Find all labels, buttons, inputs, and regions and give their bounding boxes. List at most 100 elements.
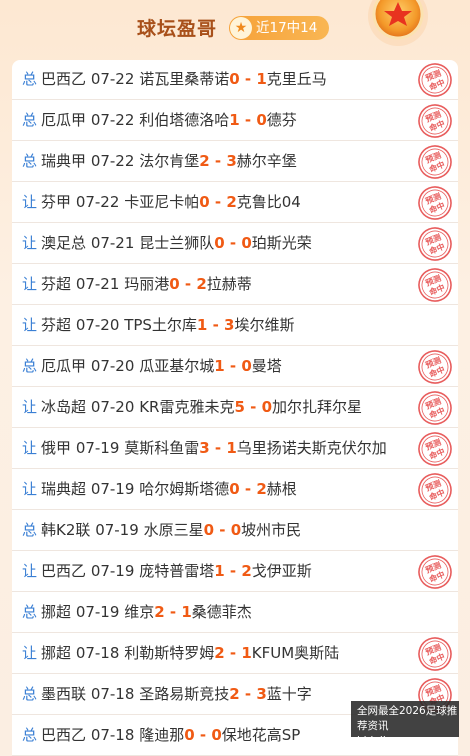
match-list: 总巴西乙 07-22 诺瓦里桑蒂诺0 - 1克里丘马 预测 命中总厄瓜甲 07-22… <box>12 60 458 756</box>
prediction-hit-stamp: 预测命中 <box>418 391 452 425</box>
bet-type: 总 <box>22 111 38 129</box>
home-team: KR雷克雅未克 <box>139 398 235 416</box>
match-date: 07-18 <box>90 726 135 744</box>
away-team: 珀斯光荣 <box>251 234 312 252</box>
match-text: 总厄瓜甲 07-22 利伯塔德洛哈1 - 0德芬 <box>22 101 297 140</box>
bet-type: 总 <box>22 603 38 621</box>
page-title: 球坛盈哥 <box>137 18 218 40</box>
score-sep: - <box>239 685 257 703</box>
watermark: 全网最全2026足球推荐资讯 bjdujiacun.com <box>351 701 459 747</box>
match-row[interactable]: 让芬超 07-21 玛丽港0 - 2拉赫蒂 预测 命中 <box>12 265 458 305</box>
match-text: 总挪超 07-19 维京2 - 1桑德菲杰 <box>22 593 252 632</box>
prediction-hit-stamp: 预测命中 <box>418 63 452 97</box>
score-sep: - <box>239 111 257 129</box>
away-team: 保地花高SP <box>221 726 301 744</box>
match-row[interactable]: 总挪超 07-19 维京2 - 1桑德菲杰 <box>12 593 458 633</box>
match-text: 总巴西乙 07-22 诺瓦里桑蒂诺0 - 1克里丘马 <box>22 60 327 99</box>
match-date: 07-22 <box>90 152 135 170</box>
match-row[interactable]: 总厄瓜甲 07-20 瓜亚基尔城1 - 0曼塔 预测 命中 <box>12 347 458 387</box>
match-text: 让瑞典超 07-19 哈尔姆斯塔德0 - 2赫根 <box>22 470 297 509</box>
match-text: 让芬超 07-21 玛丽港0 - 2拉赫蒂 <box>22 265 252 304</box>
home-score: 2 <box>229 685 240 703</box>
match-date: 07-19 <box>90 480 135 498</box>
match-row[interactable]: 总厄瓜甲 07-22 利伯塔德洛哈1 - 0德芬 预测 命中 <box>12 101 458 141</box>
home-score: 0 <box>214 234 225 252</box>
star-icon: ★ <box>230 17 252 39</box>
score-sep: - <box>224 562 242 580</box>
match-row[interactable]: 总巴西乙 07-22 诺瓦里桑蒂诺0 - 1克里丘马 预测 命中 <box>12 60 458 100</box>
away-team: 坡州市民 <box>241 521 302 539</box>
medal-icon <box>368 0 428 46</box>
score-sep: - <box>214 521 231 539</box>
away-score: 3 <box>256 685 267 703</box>
match-date: 07-19 <box>95 521 139 539</box>
prediction-hit-stamp: 预测命中 <box>418 268 452 302</box>
match-date: 07-20 <box>90 357 135 375</box>
bet-type: 总 <box>22 521 38 539</box>
bet-type: 让 <box>22 644 38 662</box>
bet-type: 总 <box>22 152 38 170</box>
home-score: 0 <box>203 521 215 539</box>
league: 韩K2联 <box>41 521 91 539</box>
away-score: 3 <box>226 152 237 170</box>
match-date: 07-19 <box>75 603 120 621</box>
match-text: 让俄甲 07-19 莫斯科鱼雷3 - 1乌里扬诺夫斯克伏尔加 <box>22 429 387 468</box>
match-row[interactable]: 让芬甲 07-22 卡亚尼卡帕0 - 2克鲁比04 预测 命中 <box>12 183 458 223</box>
league: 厄瓜甲 <box>41 111 87 129</box>
home-score: 2 <box>154 603 165 621</box>
match-date: 07-21 <box>75 275 120 293</box>
match-text: 让冰岛超 07-20 KR雷克雅未克5 - 0加尔扎拜尔星 <box>22 388 362 427</box>
score-sep: - <box>194 726 212 744</box>
league: 瑞典超 <box>41 480 87 498</box>
home-score: 2 <box>199 152 210 170</box>
league: 澳足总 <box>41 234 87 252</box>
away-score: 0 <box>261 398 272 416</box>
match-date: 07-19 <box>75 439 120 457</box>
match-row[interactable]: 总韩K2联 07-19 水原三星0 - 0坡州市民 <box>12 511 458 551</box>
league: 芬超 <box>41 275 72 293</box>
away-score: 3 <box>224 316 235 334</box>
away-score: 0 <box>211 726 222 744</box>
match-row[interactable]: 让巴西乙 07-19 庞特普雷塔1 - 2戈伊亚斯 预测 命中 <box>12 552 458 592</box>
away-score: 0 <box>241 234 252 252</box>
match-row[interactable]: 总瑞典甲 07-22 法尔肯堡2 - 3赫尔辛堡 预测 命中 <box>12 142 458 182</box>
away-team: 乌里扬诺夫斯克伏尔加 <box>236 439 387 457</box>
prediction-hit-stamp: 预测命中 <box>418 473 452 507</box>
away-team: 克里丘马 <box>266 70 327 88</box>
home-score: 0 <box>169 275 180 293</box>
score-sep: - <box>239 480 257 498</box>
league: 巴西乙 <box>41 726 87 744</box>
score-sep: - <box>224 234 242 252</box>
match-row[interactable]: 让芬超 07-20 TPS土尔库1 - 3埃尔维斯 <box>12 306 458 346</box>
away-team: 赫尔辛堡 <box>236 152 297 170</box>
match-text: 让芬甲 07-22 卡亚尼卡帕0 - 2克鲁比04 <box>22 183 301 222</box>
away-score: 0 <box>256 111 267 129</box>
match-date: 07-18 <box>90 685 135 703</box>
bet-type: 让 <box>22 480 38 498</box>
away-team: 克鲁比04 <box>236 193 301 211</box>
match-row[interactable]: 让冰岛超 07-20 KR雷克雅未克5 - 0加尔扎拜尔星 预测 命中 <box>12 388 458 428</box>
away-score: 2 <box>196 275 207 293</box>
record-badge: ★ 近17中14 <box>229 16 329 40</box>
match-row[interactable]: 让俄甲 07-19 莫斯科鱼雷3 - 1乌里扬诺夫斯克伏尔加 预测 命中 <box>12 429 458 469</box>
home-score: 0 <box>199 193 210 211</box>
home-score: 0 <box>229 480 240 498</box>
match-text: 让澳足总 07-21 昆士兰狮队0 - 0珀斯光荣 <box>22 224 312 263</box>
score-sep: - <box>209 152 227 170</box>
home-team: 昆士兰狮队 <box>139 234 215 252</box>
home-score: 1 <box>214 357 225 375</box>
match-text: 总厄瓜甲 07-20 瓜亚基尔城1 - 0曼塔 <box>22 347 282 386</box>
prediction-hit-stamp: 预测命中 <box>418 104 452 138</box>
score-sep: - <box>209 193 227 211</box>
score-sep: - <box>244 398 262 416</box>
away-team: 曼塔 <box>251 357 282 375</box>
away-team: 埃尔维斯 <box>234 316 295 334</box>
away-team: 蓝十字 <box>266 685 312 703</box>
match-row[interactable]: 让澳足总 07-21 昆士兰狮队0 - 0珀斯光荣 预测 命中 <box>12 224 458 264</box>
home-score: 3 <box>199 439 210 457</box>
away-score: 1 <box>241 644 252 662</box>
match-row[interactable]: 让瑞典超 07-19 哈尔姆斯塔德0 - 2赫根 预测 命中 <box>12 470 458 510</box>
away-team: 戈伊亚斯 <box>251 562 312 580</box>
match-row[interactable]: 让挪超 07-18 利勒斯特罗姆2 - 1KFUM奥斯陆 预测 命中 <box>12 634 458 674</box>
match-text: 让巴西乙 07-19 庞特普雷塔1 - 2戈伊亚斯 <box>22 552 312 591</box>
